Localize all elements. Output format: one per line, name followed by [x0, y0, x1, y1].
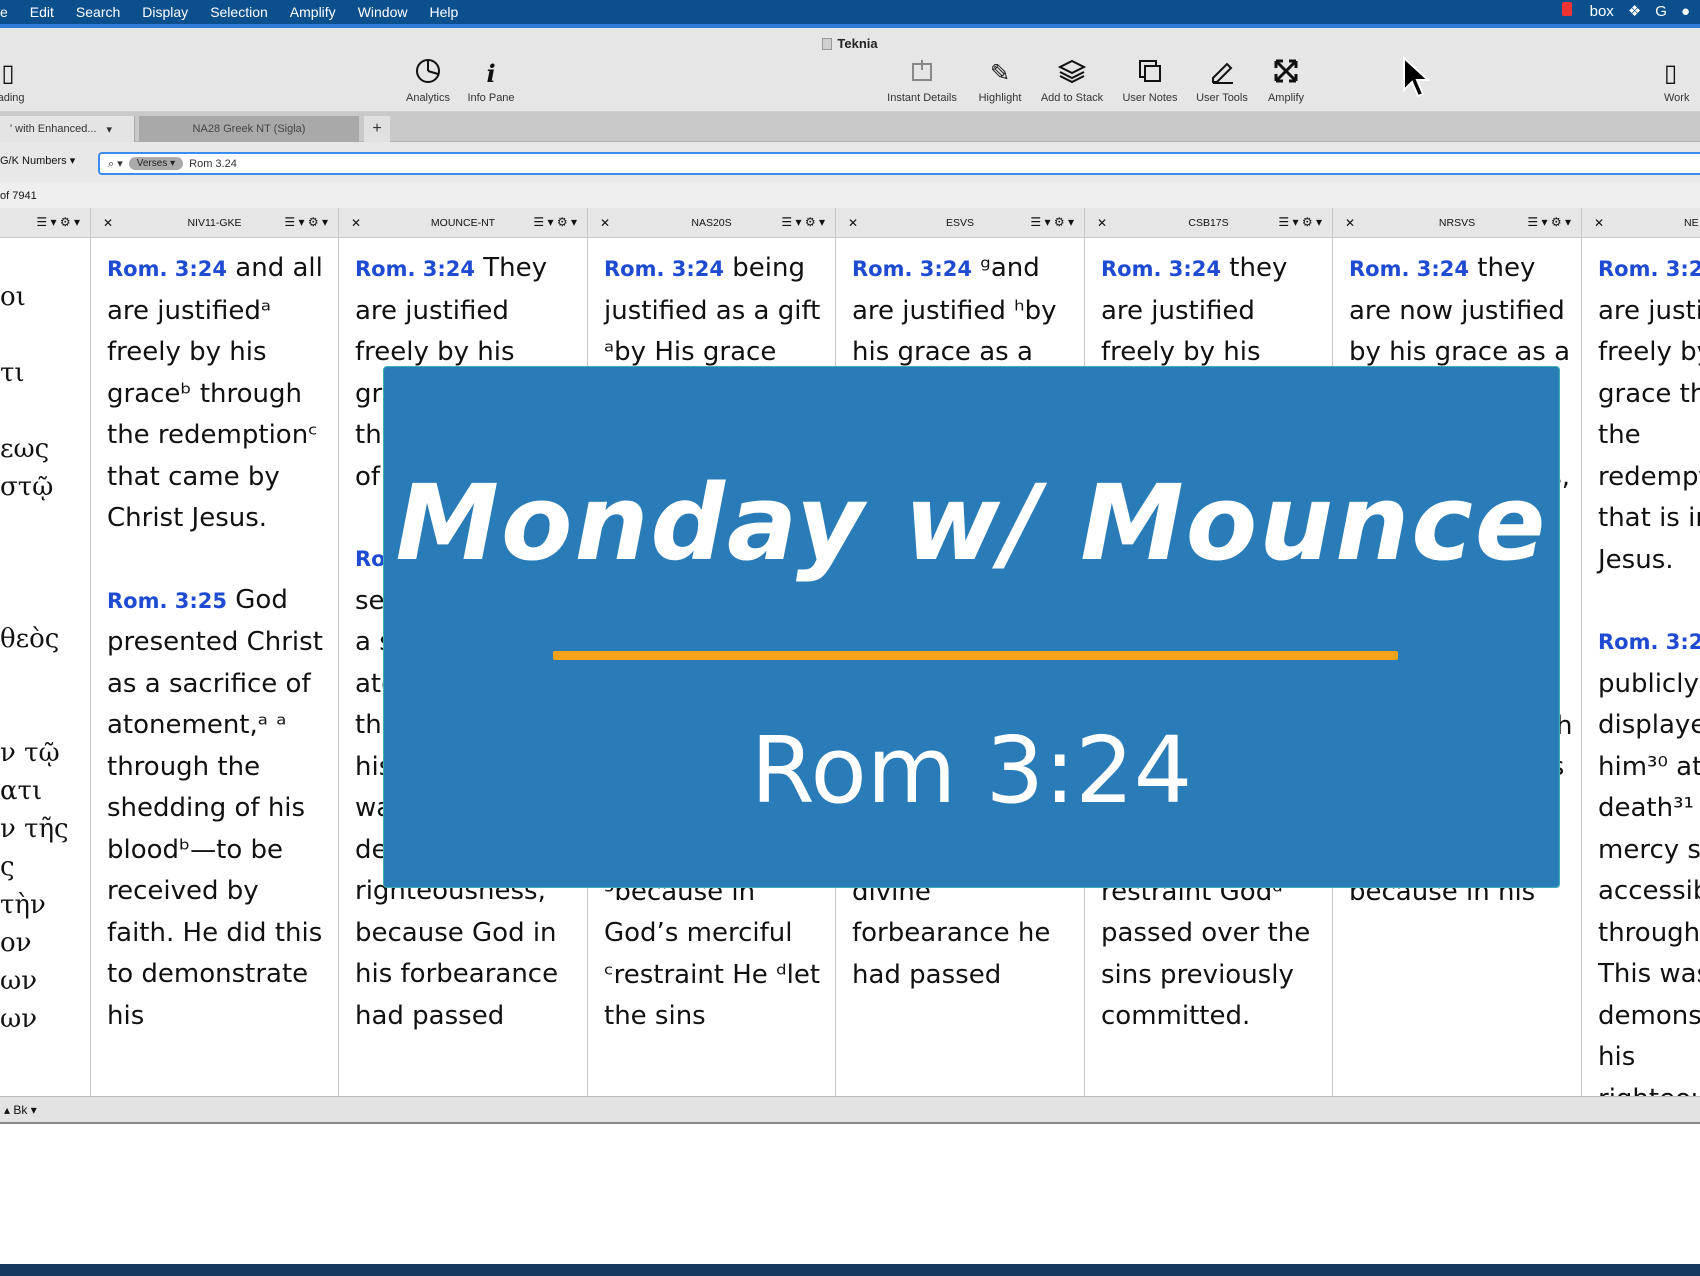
pane-settings-icon[interactable]: ☰ ▾ ⚙ ▾ — [533, 215, 577, 229]
verse-ref[interactable]: Rom. 3:24 — [1101, 257, 1221, 281]
pane-header: ✕ NRSVS ☰ ▾ ⚙ ▾ — [1333, 208, 1581, 238]
menu-search[interactable]: Search — [65, 4, 131, 20]
overlay-title: Monday w/ Mounce — [395, 462, 1548, 584]
notes-icon — [1112, 58, 1188, 90]
menu-bar: e Edit Search Display Selection Amplify … — [0, 0, 1700, 24]
verse-ref[interactable]: Rom. 3:25 — [107, 589, 227, 613]
book-dropdown[interactable]: ▴ Bk ▾ — [4, 1103, 37, 1117]
mouse-cursor-icon — [1403, 56, 1431, 98]
title-overlay-card: Monday w/ Mounce Rom 3:24 — [383, 366, 1560, 888]
red-status-icon[interactable] — [1561, 0, 1576, 24]
reading-button[interactable]: ▯ eading — [0, 58, 46, 104]
stack-icon — [1034, 58, 1110, 90]
pane-greek[interactable]: ☰ ▾ ⚙ ▾ οι τι εως στῷ θεὸς ν τῷ ατι ν τῆς ς τὴν ον… — [0, 208, 91, 1096]
gk-numbers-dropdown[interactable]: G/K Numbers ▾ — [0, 154, 75, 167]
menu-help[interactable]: Help — [418, 4, 469, 20]
info-icon: i — [486, 59, 496, 88]
pane-version-dropdown[interactable]: NE — [1684, 217, 1699, 229]
menu-edit[interactable]: Edit — [19, 4, 65, 20]
verse-ref[interactable]: Rom. 3:24 — [355, 257, 475, 281]
search-icon: ⌕ ▾ — [108, 157, 123, 170]
search-query: Rom 3.24 — [189, 157, 237, 170]
search-input[interactable]: ⌕ ▾ Verses ▾ Rom 3.24 — [98, 152, 1700, 175]
overlay-divider — [553, 651, 1398, 660]
instant-details-button[interactable]: Instant Details — [884, 58, 960, 104]
verse-ref[interactable]: Rom. 3:24 — [107, 257, 227, 281]
pane-header: ✕ CSB17S ☰ ▾ ⚙ ▾ — [1085, 208, 1332, 238]
system-tray: box ❖ G ● — [1561, 0, 1690, 24]
verse-ref[interactable]: Rom. 3:24 — [1598, 257, 1700, 281]
notification-icon[interactable]: ● — [1681, 0, 1690, 24]
workspace-icon: ▯ — [1664, 60, 1678, 87]
user-notes-button[interactable]: User Notes — [1112, 58, 1188, 104]
pane-ne[interactable]: ✕ NE Rom. 3:24 they are justified freely… — [1582, 208, 1700, 1096]
menu-file[interactable]: e — [0, 4, 19, 20]
verse-text: Rom. 3:24 they are justified freely by h… — [1598, 248, 1700, 1096]
verses-scope-dropdown[interactable]: Verses ▾ — [128, 157, 184, 170]
verse-ref[interactable]: Rom. 3:25 — [1598, 630, 1700, 654]
dropbox-icon[interactable]: ❖ — [1628, 0, 1641, 24]
menu-display[interactable]: Display — [131, 4, 199, 20]
pane-settings-icon[interactable]: ☰ ▾ ⚙ ▾ — [284, 215, 328, 229]
search-bar-row: G/K Numbers ▾ ⌕ ▾ Verses ▾ Rom 3.24 — [0, 142, 1700, 182]
tab-enhanced[interactable]: ' with Enhanced... ▾ — [0, 116, 135, 142]
amplify-button[interactable]: Amplify — [1248, 58, 1324, 104]
pane-header: ✕ NIV11-GKE ☰ ▾ ⚙ ▾ — [91, 208, 338, 238]
chevron-down-icon: ▾ — [69, 155, 76, 167]
tab-na28-greek[interactable]: NA28 Greek NT (Sigla) — [139, 116, 359, 142]
highlight-button[interactable]: ✎ Highlight — [962, 58, 1038, 104]
pane-settings-icon[interactable]: ☰ ▾ ⚙ ▾ — [1278, 215, 1322, 229]
verse-ref[interactable]: Rom. 3:24 — [604, 257, 724, 281]
instant-details-icon — [884, 58, 960, 90]
window-title: Teknia — [0, 36, 1700, 51]
plus-icon: + — [372, 120, 382, 137]
workspace-button[interactable]: ▯ Work — [1664, 58, 1700, 104]
verse-ref[interactable]: Rom. 3:24 — [852, 257, 972, 281]
document-icon: ▯ — [1, 60, 15, 87]
expand-icon — [1248, 58, 1324, 90]
pane-settings-icon[interactable]: ☰ ▾ ⚙ ▾ — [781, 215, 825, 229]
add-to-stack-button[interactable]: Add to Stack — [1034, 58, 1110, 104]
menu-selection[interactable]: Selection — [199, 4, 279, 20]
menu-amplify[interactable]: Amplify — [279, 4, 347, 20]
grammarly-icon[interactable]: G — [1655, 0, 1667, 24]
box-icon[interactable]: box — [1590, 0, 1614, 24]
verse-text: Rom. 3:24 and all are justifiedᵃ freely … — [107, 253, 323, 1031]
pane-header: ☰ ▾ ⚙ ▾ — [0, 208, 90, 238]
pane-header: ✕ MOUNCE-NT ☰ ▾ ⚙ ▾ — [339, 208, 587, 238]
pane-header: ✕ ESVS ☰ ▾ ⚙ ▾ — [836, 208, 1084, 238]
chevron-down-icon: ▾ — [106, 123, 113, 136]
greek-text: οι τι εως στῷ θεὸς ν τῷ ατι ν τῆς ς τὴν ον ων ων — [0, 282, 69, 1034]
close-icon[interactable]: ✕ — [1594, 216, 1604, 230]
add-tab-button[interactable]: + — [364, 116, 390, 142]
pane-settings-icon[interactable]: ☰ ▾ ⚙ ▾ — [1527, 215, 1571, 229]
pane-header: ✕ NE — [1582, 208, 1700, 238]
verse-ref[interactable]: Rom. 3:24 — [1349, 257, 1469, 281]
pane-header: ✕ NAS20S ☰ ▾ ⚙ ▾ — [588, 208, 835, 238]
footer-band — [0, 1264, 1700, 1276]
menu-window[interactable]: Window — [347, 4, 419, 20]
bottom-bar: ▴ Bk ▾ — [0, 1096, 1700, 1124]
pane-niv11[interactable]: ✕ NIV11-GKE ☰ ▾ ⚙ ▾ Rom. 3:24 and all ar… — [91, 208, 339, 1096]
pane-settings-icon[interactable]: ☰ ▾ ⚙ ▾ — [36, 215, 80, 229]
app-document-icon — [822, 38, 833, 50]
pane-settings-icon[interactable]: ☰ ▾ ⚙ ▾ — [1030, 215, 1074, 229]
status-row: of 7941 — [0, 182, 1700, 208]
info-pane-button[interactable]: i Info Pane — [453, 58, 529, 104]
pencil-icon: ✎ — [989, 60, 1011, 87]
toolbar: Teknia ▯ eading Analytics i Info Pane In… — [0, 28, 1700, 112]
result-count: of 7941 — [0, 190, 37, 202]
overlay-verse: Rom 3:24 — [750, 717, 1193, 824]
tab-bar: ' with Enhanced... ▾ NA28 Greek NT (Sigla… — [0, 112, 1700, 142]
